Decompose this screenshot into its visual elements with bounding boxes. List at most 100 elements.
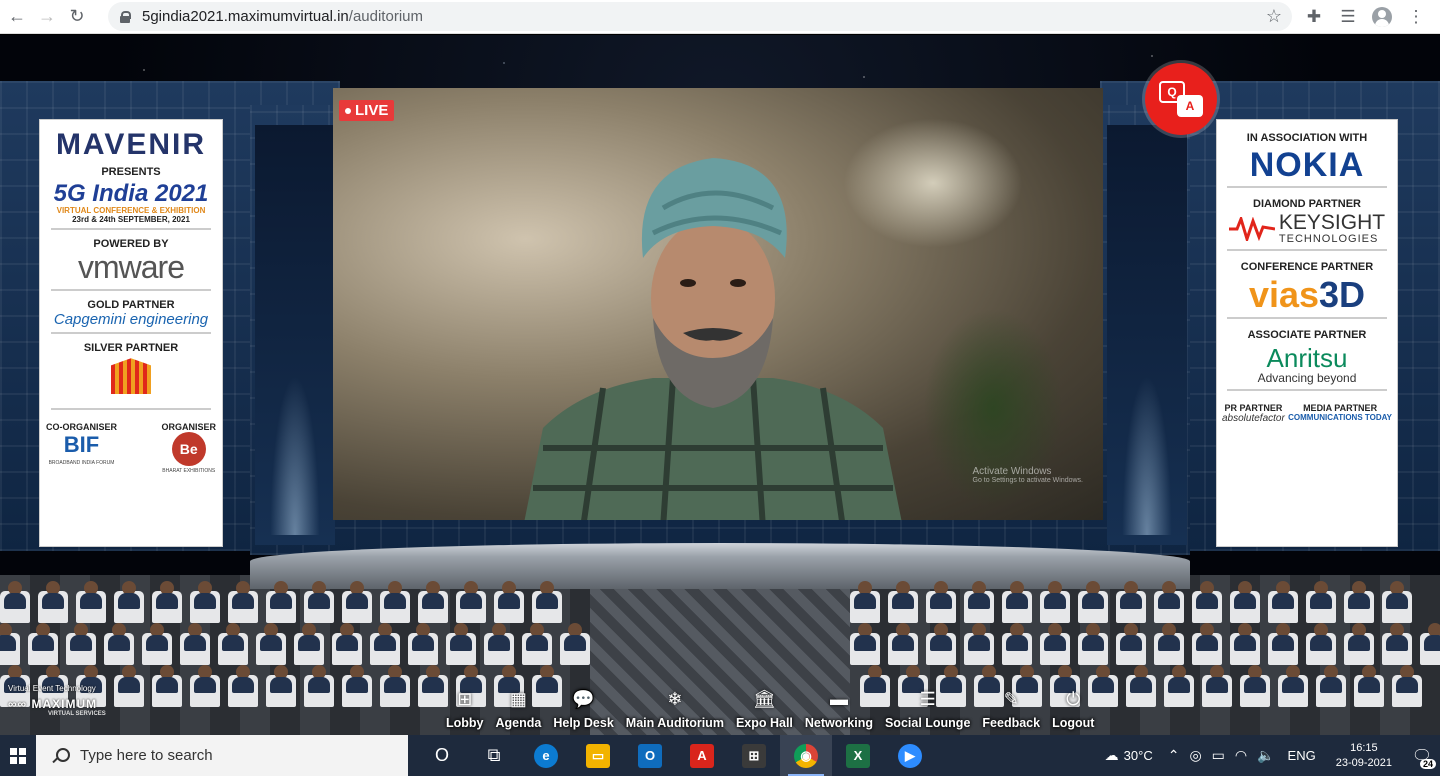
excel-button[interactable]: X (832, 735, 884, 776)
nav-lobby[interactable]: ⊞ Lobby (440, 674, 490, 730)
store-icon: ⊞ (742, 743, 766, 768)
divider (51, 289, 211, 292)
chevron-up-icon[interactable]: ⌃ (1163, 747, 1185, 764)
divider (1227, 389, 1387, 391)
file-explorer-button[interactable]: ▭ (572, 735, 624, 776)
wifi-icon[interactable]: ◠ (1230, 747, 1252, 764)
folder-icon: ▭ (586, 743, 610, 768)
left-pillar (255, 125, 335, 545)
gold-partner-label: GOLD PARTNER (87, 299, 175, 312)
notification-center-button[interactable]: 🗨 24 (1404, 735, 1440, 776)
anritsu-tagline: Advancing beyond (1257, 371, 1357, 385)
outlook-button[interactable]: O (624, 735, 676, 776)
bif-subtitle: BROADBAND INDIA FORUM (48, 460, 115, 467)
building-columns-icon: 🏛 (752, 689, 776, 709)
pr-partner-label: PR PARTNER (1224, 403, 1283, 413)
browser-toolbar: ← → ↻ 5gindia2021.maximumvirtual.in/audi… (0, 0, 1440, 34)
auditorium-scene: MAVENIR PRESENTS 5G India 2021 VIRTUAL C… (0, 35, 1440, 735)
clock[interactable]: 16:15 23-09-2021 (1324, 741, 1404, 771)
cortana-button[interactable]: O (416, 735, 468, 776)
right-pillar (1107, 125, 1187, 545)
event-dates: 23rd & 24th SEPTEMBER, 2021 (72, 215, 190, 224)
acrobat-button[interactable]: A (676, 735, 728, 776)
store-button[interactable]: ⊞ (728, 735, 780, 776)
search-input[interactable] (80, 747, 380, 764)
seat-row (0, 581, 562, 623)
edge-button[interactable]: e (520, 735, 572, 776)
divider (51, 332, 211, 335)
absolutefactor-logo: absolutefactor (1222, 413, 1285, 424)
nav-social-lounge[interactable]: ☰ Social Lounge (879, 674, 976, 730)
ficci-logo-icon (111, 358, 151, 395)
grid-icon: ⊞ (457, 689, 473, 709)
associate-partner-label: ASSOCIATE PARTNER (1247, 329, 1367, 341)
event-title: 5G India 2021 (53, 180, 209, 207)
vmware-logo: vmware (77, 249, 185, 285)
clock-date: 23-09-2021 (1335, 756, 1392, 769)
nav-main-auditorium[interactable]: ❄ Main Auditorium (620, 674, 730, 730)
zoom-icon: ▶ (898, 743, 922, 768)
nav-feedback[interactable]: ✎ Feedback (976, 674, 1046, 730)
address-bar[interactable]: 5gindia2021.maximumvirtual.in/auditorium… (108, 2, 1292, 31)
association-label: IN ASSOCIATION WITH (1246, 132, 1368, 144)
taskbar-search[interactable] (36, 735, 408, 776)
meet-now-icon[interactable]: ◎ (1184, 747, 1206, 764)
profile-icon[interactable] (1368, 3, 1396, 31)
presents-label: PRESENTS (101, 166, 161, 178)
nav-label: Social Lounge (884, 716, 971, 730)
nav-expo-hall[interactable]: 🏛 Expo Hall (730, 674, 799, 730)
live-video-player[interactable]: LIVE Activate Windows Go to Settings to … (333, 88, 1103, 520)
task-view-icon: ⧉ (487, 745, 501, 765)
chrome-button[interactable]: ◉ (780, 735, 832, 776)
live-badge: LIVE (339, 100, 395, 121)
weather-cloud-icon[interactable]: ☁ (1100, 747, 1124, 764)
lock-icon[interactable] (120, 10, 131, 23)
speaker-video-icon (524, 158, 902, 520)
pencil-icon: ✎ (1003, 689, 1019, 709)
media-partner-label: MEDIA PARTNER (1303, 403, 1378, 413)
zoom-button[interactable]: ▶ (884, 735, 936, 776)
search-icon (52, 747, 70, 764)
acrobat-icon: A (690, 743, 714, 768)
back-arrow-icon[interactable]: ← (2, 2, 32, 32)
qa-button[interactable]: Q A (1145, 63, 1217, 135)
nav-label: Agenda (495, 716, 542, 730)
forward-arrow-icon[interactable]: → (32, 2, 62, 32)
battery-icon[interactable]: ▭ (1207, 747, 1230, 764)
qa-a-letter: A (1177, 95, 1203, 117)
language-indicator[interactable]: ENG (1280, 748, 1324, 763)
edge-icon: e (534, 743, 558, 768)
capgemini-logo: Capgemini engineering (53, 311, 209, 329)
reading-list-icon[interactable]: ☰ (1334, 3, 1362, 31)
database-icon: ☰ (919, 689, 936, 709)
vias3d-logo: vias3D (1248, 274, 1366, 315)
start-button[interactable] (0, 735, 36, 776)
cortana-icon: O (434, 745, 449, 765)
star-icon[interactable]: ☆ (1266, 6, 1282, 27)
nav-label: Main Auditorium (625, 716, 724, 730)
menu-icon[interactable]: ⋮ (1402, 3, 1430, 31)
reload-icon[interactable]: ↻ (62, 2, 92, 32)
nav-agenda[interactable]: ▦ Agenda (490, 674, 548, 730)
calendar-icon: ▦ (509, 689, 527, 709)
extensions-icon[interactable]: ✚ (1300, 3, 1328, 31)
nav-label: Lobby (446, 716, 484, 730)
nav-label: Help Desk (553, 716, 614, 730)
nav-help-desk[interactable]: 💬 Help Desk (547, 674, 619, 730)
be-subtitle: BHARAT EXHIBITIONS (162, 468, 216, 475)
silver-partner-label: SILVER PARTNER (83, 342, 179, 355)
anritsu-logo: Anritsu (1266, 343, 1348, 373)
activate-windows-watermark: Activate Windows Go to Settings to activ… (973, 466, 1084, 484)
weather-temp[interactable]: 30°C (1124, 748, 1163, 763)
bif-logo: BIF (63, 432, 100, 458)
volume-icon[interactable]: 🔈 (1252, 747, 1279, 764)
right-sponsor-banner: IN ASSOCIATION WITH NOKIA DIAMOND PARTNE… (1216, 119, 1398, 547)
chat-bubbles-icon: 💬 (572, 689, 595, 709)
organiser-label: ORGANISER (161, 422, 216, 433)
excel-icon: X (846, 743, 870, 768)
nav-networking[interactable]: ▬ Networking (799, 674, 879, 730)
nav-logout[interactable]: ⏻ Logout (1046, 674, 1100, 730)
url-text[interactable]: 5gindia2021.maximumvirtual.in/auditorium (142, 8, 423, 25)
live-dot-icon (345, 107, 351, 114)
task-view-button[interactable]: ⧉ (468, 735, 520, 776)
